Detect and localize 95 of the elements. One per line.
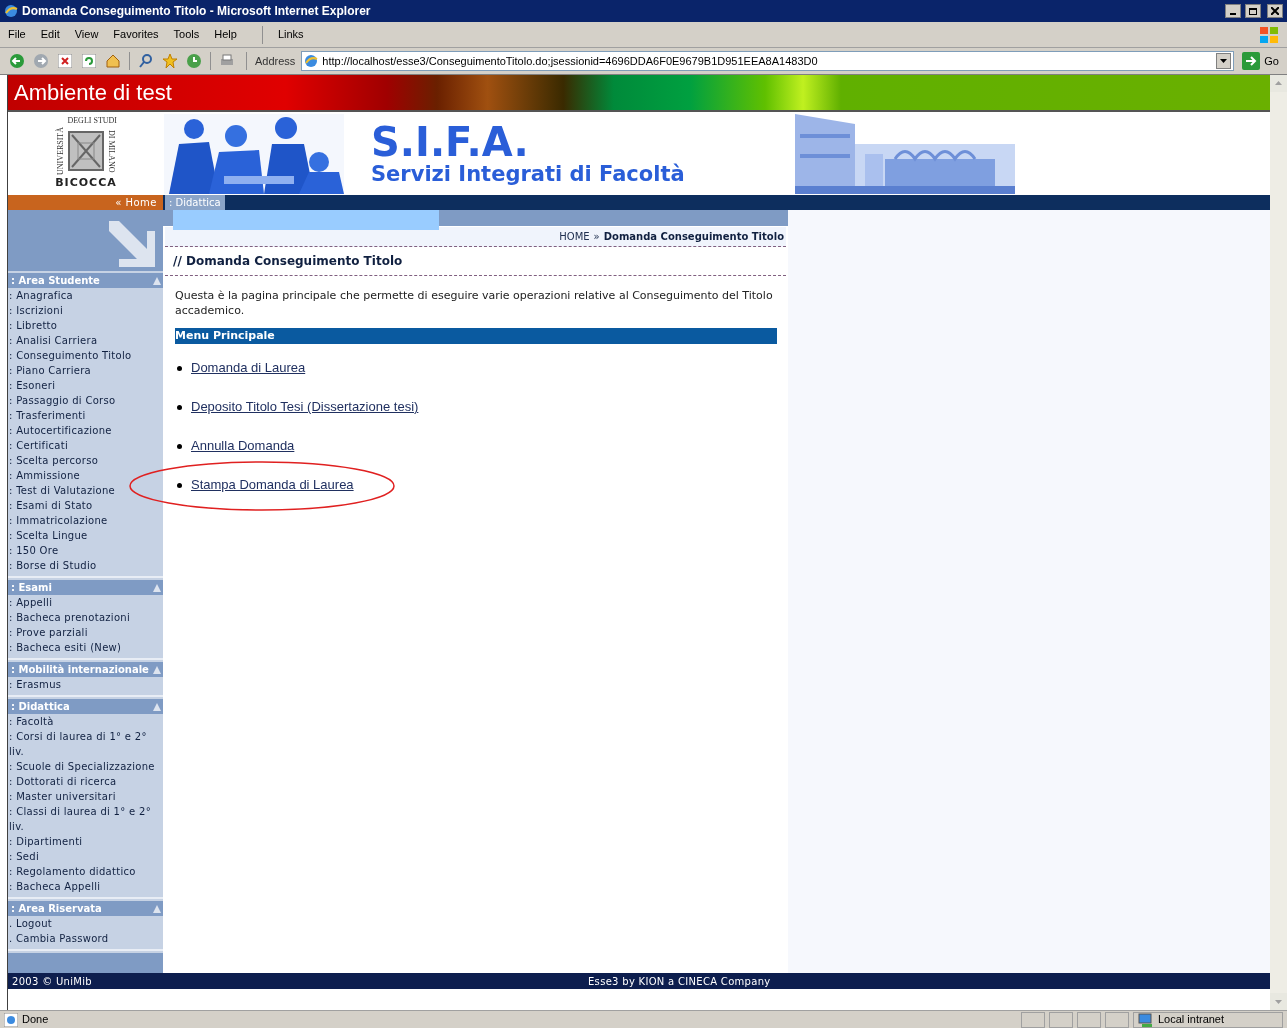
emblem-icon (68, 131, 104, 172)
sidebar-link[interactable]: : Autocertificazione (8, 423, 163, 438)
restore-button[interactable] (1245, 4, 1261, 18)
menu-item[interactable]: File (8, 26, 26, 43)
sidebar-link[interactable]: : Analisi Carriera (8, 333, 163, 348)
window-title: Domanda Conseguimento Titolo - Microsoft Internet Explorer (22, 3, 372, 20)
sidebar-link[interactable]: : Appelli (8, 595, 163, 610)
menu-link[interactable]: Domanda di Laurea (191, 359, 306, 377)
sidebar-link[interactable]: : Sedi (8, 849, 163, 864)
browser-icon (4, 4, 18, 18)
sidebar-link[interactable]: : Esami di Stato (8, 498, 163, 513)
section-title: : Didattica (11, 700, 70, 714)
close-button[interactable] (1267, 4, 1283, 18)
breadcrumb-current: Domanda Conseguimento Titolo (603, 230, 784, 244)
sidebar-link[interactable]: : Conseguimento Titolo (8, 348, 163, 363)
url-text: http://localhost/esse3/ConseguimentoTitolo.do;jsessionid=4696DDA6F0E9679B1D951EEA8A1483D0 (322, 53, 819, 69)
sidebar-link[interactable]: : Bacheca Appelli (8, 879, 163, 894)
section-title: : Area Studente (11, 274, 100, 288)
sidebar-link[interactable]: : Dipartimenti (8, 834, 163, 849)
sidebar-link[interactable]: : Bacheca prenotazioni (8, 610, 163, 625)
section-title: : Esami (11, 581, 52, 595)
sidebar-link[interactable]: : 150 Ore (8, 543, 163, 558)
intranet-icon (1138, 1012, 1154, 1027)
sidebar-link[interactable]: : Prove parziali (8, 625, 163, 640)
address-label: Address (255, 53, 296, 69)
page-status-icon (4, 1012, 18, 1027)
sidebar-link[interactable]: : Esoneri (8, 378, 163, 393)
sidebar-link[interactable]: : Scuole di Specializzazione (8, 759, 163, 774)
menu-item[interactable]: Help (214, 26, 237, 43)
collapse-icon[interactable] (153, 702, 161, 711)
sidebar-link[interactable]: : Test di Valutazione (8, 483, 163, 498)
sidebar-link[interactable]: : Iscrizioni (8, 303, 163, 318)
collapse-icon[interactable] (153, 583, 161, 592)
scroll-down-icon[interactable] (1270, 993, 1287, 1010)
go-button[interactable]: Go (1240, 51, 1281, 71)
sidebar-link[interactable]: : Ammissione (8, 468, 163, 483)
sidebar-link[interactable]: : Passaggio di Corso (8, 393, 163, 408)
sidebar-link[interactable]: . Logout (8, 916, 163, 931)
address-field[interactable]: http://localhost/esse3/ConseguimentoTitolo.do;jsessionid=4696DDA6F0E9679B1D951EEA8A1483D0 (301, 51, 1235, 71)
sifa-subtitle: Servizi Integrati di Facoltà (371, 164, 685, 185)
menu-header: Menu Principale (175, 328, 777, 344)
sidebar-link[interactable]: : Regolamento didattico (8, 864, 163, 879)
collapse-icon[interactable] (153, 276, 161, 285)
status-text: Done (22, 1012, 50, 1028)
collapse-icon[interactable] (153, 904, 161, 913)
breadcrumb-separator: » (593, 230, 600, 244)
zone-text: Local intranet (1158, 1012, 1225, 1028)
bullet-icon (177, 482, 182, 488)
sidebar-link[interactable]: : Bacheca esiti (New) (8, 640, 163, 655)
sidebar-link[interactable]: : Trasferimenti (8, 408, 163, 423)
sidebar-link[interactable]: : Scelta Lingue (8, 528, 163, 543)
bullet-icon (177, 365, 182, 371)
minimize-button[interactable] (1225, 4, 1241, 18)
sidebar-link[interactable]: : Master universitari (8, 789, 163, 804)
sidebar-link[interactable]: : Scelta percorso (8, 453, 163, 468)
footer-copyright: 2003 © UniMib (12, 974, 92, 989)
section-title: : Mobilità internazionale (11, 663, 149, 677)
breadcrumb-home[interactable]: HOME (559, 229, 590, 244)
links-label[interactable]: Links (277, 26, 304, 43)
sifa-acronym: S.I.F.A. (371, 122, 530, 162)
menu-item[interactable]: View (74, 26, 99, 43)
close-icon (1271, 7, 1279, 15)
bullet-icon (177, 443, 182, 449)
intro-text: Questa è la pagina principale che permette di eseguire varie operazioni relative al Conseguimento del Titolo accademico. (175, 288, 774, 318)
sidebar-link[interactable]: : Classi di laurea di 1° e 2° liv. (8, 804, 163, 834)
collapse-icon[interactable] (153, 665, 161, 674)
banner-title: Ambiente di test (14, 79, 172, 107)
sidebar-link[interactable]: : Borse di Studio (8, 558, 163, 573)
menu-item[interactable]: Favorites (113, 26, 159, 43)
sidebar-link[interactable]: : Corsi di laurea di 1° e 2° liv. (8, 729, 163, 759)
bullet-icon (177, 404, 182, 410)
windows-logo-icon (1259, 25, 1279, 44)
sidebar-link[interactable]: : Erasmus (8, 677, 163, 692)
page-title: // Domanda Conseguimento Titolo (173, 253, 403, 270)
sidebar-link[interactable]: . Cambia Password (8, 931, 163, 946)
sidebar-link[interactable]: : Anagrafica (8, 288, 163, 303)
section-title: : Area Riservata (11, 902, 102, 916)
page-icon (304, 54, 319, 68)
sidebar-link[interactable]: : Certificati (8, 438, 163, 453)
sidebar-link[interactable]: : Immatricolazione (8, 513, 163, 528)
caret-icon (1220, 59, 1228, 63)
sidebar-link[interactable]: : Libretto (8, 318, 163, 333)
menu-item[interactable]: Edit (40, 26, 60, 43)
scroll-up-icon[interactable] (1270, 75, 1287, 92)
footer-credit: Esse3 by KION a CINECA Company (588, 974, 771, 989)
scrollbar[interactable] (1270, 75, 1287, 1010)
menu-link[interactable]: Annulla Domanda (191, 437, 295, 455)
university-logo: DEGLI STUDI UNIVERSITÀ DI MILANO BICOCCA (54, 115, 118, 192)
home-link[interactable]: « Home (8, 195, 163, 210)
menu-item[interactable]: Tools (173, 26, 200, 43)
sidebar-link[interactable]: : Dottorati di ricerca (8, 774, 163, 789)
menu-link[interactable]: Deposito Titolo Tesi (Dissertazione tesi) (191, 398, 419, 416)
sidebar-link[interactable]: : Piano Carriera (8, 363, 163, 378)
dropdown-button[interactable] (1216, 53, 1232, 69)
sidebar-link[interactable]: : Facoltà (8, 714, 163, 729)
